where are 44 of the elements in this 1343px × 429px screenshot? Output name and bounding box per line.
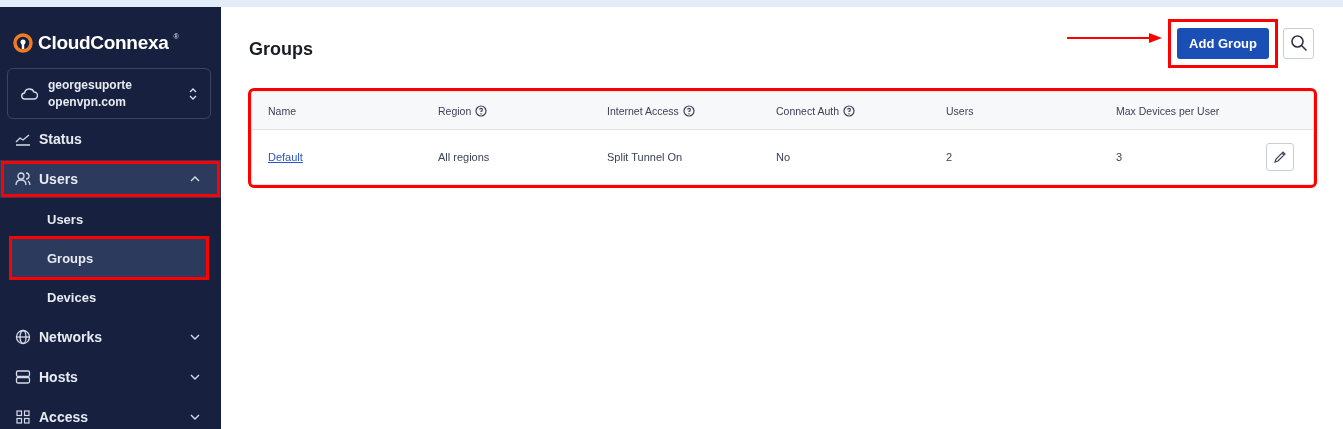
logo-icon — [13, 33, 33, 53]
column-header: Users — [946, 104, 974, 117]
nav-item[interactable]: Access — [0, 398, 221, 429]
account-domain: openvpn.com — [48, 95, 127, 109]
column-header: Max Devices per User — [1116, 104, 1220, 117]
nav-item[interactable]: Networks — [0, 318, 221, 356]
chevron-icon — [189, 413, 201, 421]
add-group-button[interactable]: Add Group — [1177, 27, 1269, 59]
nav-subitem[interactable]: Users — [0, 200, 221, 238]
column-header: Connect Auth — [776, 104, 840, 117]
column-header: Region — [438, 104, 472, 117]
page-title: Groups — [249, 38, 313, 60]
chevron-icon — [189, 373, 201, 381]
table-cell: All regions — [438, 151, 490, 163]
help-icon — [682, 104, 695, 117]
nav-item[interactable]: Hosts — [0, 358, 221, 396]
users-icon — [15, 171, 31, 187]
search-button[interactable] — [1283, 27, 1314, 59]
grid-icon — [15, 409, 31, 425]
help-icon — [475, 104, 488, 117]
server-icon — [15, 369, 31, 385]
search-icon — [1289, 34, 1308, 52]
brand-name: CloudConnexa — [38, 32, 169, 54]
edit-button[interactable] — [1266, 143, 1294, 171]
table-cell: No — [776, 151, 791, 163]
chevron-icon — [189, 175, 201, 183]
nav-subitem[interactable]: Devices — [0, 278, 221, 316]
table-cell: 2 — [946, 151, 953, 163]
table-cell: Split Tunnel On — [607, 151, 683, 163]
account-switcher[interactable]: georgesuporte openvpn.com — [7, 68, 211, 119]
table-cell: 3 — [1116, 151, 1123, 163]
pencil-icon — [1273, 150, 1287, 164]
chevron-icon — [189, 333, 201, 341]
cloud-icon — [20, 86, 38, 101]
nav-subitem[interactable]: Groups — [12, 239, 206, 277]
account-name: georgesuporte — [48, 78, 133, 92]
column-header: Name — [268, 104, 296, 117]
nav-item[interactable]: Status — [0, 120, 221, 158]
help-icon — [843, 104, 856, 117]
column-header: Internet Access — [607, 104, 679, 117]
globe-icon — [15, 329, 31, 345]
chevron-updown-icon — [188, 86, 198, 101]
nav-item[interactable]: Users — [0, 160, 221, 198]
group-link[interactable]: Default — [268, 151, 303, 163]
